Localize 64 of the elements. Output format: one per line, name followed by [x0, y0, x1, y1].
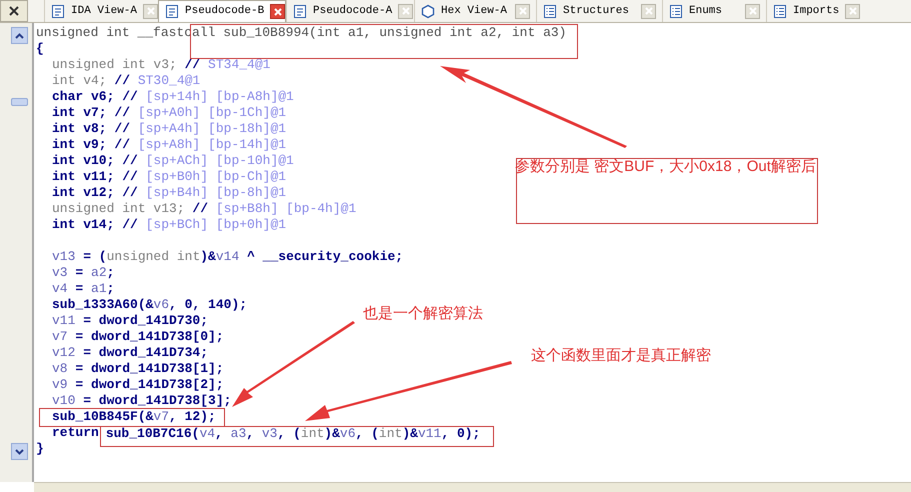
code-line: sub_10B7C16(v4, a3, v3, (int)&v6, (int)&v11, 0);: [106, 426, 480, 440]
tab[interactable]: IDA View-A: [44, 0, 158, 22]
close-icon: [146, 7, 155, 15]
annotation-note: 这个函数里面才是真正解密: [531, 347, 711, 365]
tab-label: Pseudocode-A: [313, 4, 392, 19]
tab[interactable]: Pseudocode-B: [158, 0, 286, 22]
code-line: v7 = dword_141D738[0];: [52, 330, 224, 344]
close-icon: [644, 7, 652, 15]
close-icon: [748, 7, 756, 15]
code-line: int v12; // [sp+B4h] [bp-8h]@1: [52, 186, 286, 200]
tab-label: IDA View-A: [71, 4, 138, 19]
code-line: int v10; // [sp+ACh] [bp-10h]@1: [52, 154, 294, 168]
tab-label: Structures: [563, 4, 630, 19]
document-icon: [293, 4, 307, 18]
document-icon: [51, 4, 65, 18]
code-line: char v6; // [sp+14h] [bp-A8h]@1: [52, 90, 294, 104]
list-icon: [543, 4, 557, 18]
code-line: int v9; // [sp+A8h] [bp-14h]@1: [52, 138, 286, 152]
code-line: unsigned int v3; // ST34_4@1: [52, 58, 270, 72]
scroll-thumb[interactable]: [11, 98, 28, 106]
code-line: v3 = a2;: [52, 266, 114, 280]
tab[interactable]: Hex View-A: [414, 0, 536, 22]
scroll-up-button[interactable]: [11, 27, 28, 44]
chevron-up-icon: [15, 32, 24, 38]
code-line: v10 = dword_141D738[3];: [52, 394, 232, 408]
tab-close-button[interactable]: [270, 4, 286, 19]
tab[interactable]: Structures: [536, 0, 662, 22]
code-line: v12 = dword_141D734;: [52, 346, 208, 360]
code-line: v11 = dword_141D730;: [52, 314, 208, 328]
close-icon: [848, 7, 857, 15]
close-icon: [402, 7, 410, 15]
list-icon: [669, 4, 683, 18]
code-line: int v8; // [sp+A4h] [bp-18h]@1: [52, 122, 286, 136]
chevron-down-icon: [15, 448, 24, 454]
tab-label: Pseudocode-B: [185, 4, 264, 20]
annotation-note: 也是一个解密算法: [363, 305, 483, 323]
code-line: v13 = (unsigned int)&v14 ^ __security_cookie;: [52, 250, 404, 264]
code-line: int v4; // ST30_4@1: [52, 74, 200, 88]
code-line: int v14; // [sp+BCh] [bp+0h]@1: [52, 218, 286, 232]
code-line: v4 = a1;: [52, 282, 114, 296]
close-icon: [518, 7, 526, 15]
close-button[interactable]: [0, 0, 28, 22]
code-line: unsigned int v13; // [sp+B8h] [bp-4h]@1: [52, 202, 356, 216]
scroll-down-button[interactable]: [11, 443, 28, 460]
tab-label: Imports: [793, 4, 840, 19]
tab[interactable]: Imports: [766, 0, 866, 22]
code-line: sub_10B845F(&v7, 12);: [52, 408, 216, 424]
close-icon: [274, 8, 282, 16]
code-line: v8 = dword_141D738[1];: [52, 362, 224, 376]
code-line: }: [36, 442, 44, 456]
code-line: v9 = dword_141D738[2];: [52, 378, 224, 392]
code-line: int v11; // [sp+B0h] [bp-Ch]@1: [52, 170, 286, 184]
close-icon: [9, 6, 19, 16]
list-icon: [773, 4, 787, 18]
code-line: int v7; // [sp+A0h] [bp-1Ch]@1: [52, 106, 286, 120]
code-line: {: [36, 42, 44, 56]
code-line: sub_1333A60(&v6, 0, 140);: [52, 298, 248, 312]
tab[interactable]: Pseudocode-A: [286, 0, 414, 22]
hexagon-icon: [421, 4, 435, 18]
tab-label: Hex View-A: [441, 4, 508, 19]
code-line: return: [52, 426, 99, 440]
tab[interactable]: Enums: [662, 0, 766, 22]
document-icon: [165, 4, 179, 19]
tab-label: Enums: [689, 4, 724, 19]
